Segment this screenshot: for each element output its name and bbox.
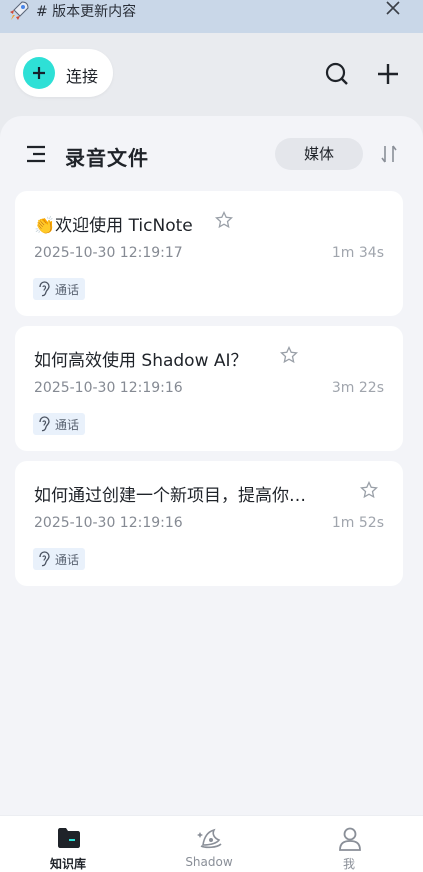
recording-card[interactable]: 👏欢迎使用 TicNote 2025-10-30 12:19:17 1m 34s… — [15, 191, 403, 316]
call-tag-label: 通话 — [55, 552, 80, 567]
call-tag: 通话 — [33, 413, 86, 435]
rocket-icon — [10, 1, 29, 20]
close-icon[interactable] — [385, 0, 401, 16]
app-screen: # 版本更新内容 连接 录音文件 媒体 � — [0, 0, 423, 872]
star-icon[interactable] — [280, 346, 298, 364]
recording-duration: 1m 52s — [331, 515, 384, 531]
ear-icon — [39, 416, 50, 432]
user-icon — [339, 827, 361, 851]
nav-me[interactable]: 我 — [299, 816, 399, 872]
section-header: 录音文件 媒体 — [0, 116, 423, 192]
recording-title: 如何高效使用 Shadow AI？ — [34, 351, 248, 371]
ear-icon — [39, 551, 50, 567]
section-title: 录音文件 — [65, 146, 149, 170]
ear-icon — [39, 281, 50, 297]
recordings-panel: 录音文件 媒体 👏欢迎使用 TicNote 2025-10-30 12:19:1… — [0, 116, 423, 816]
recording-date: 2025-10-30 12:19:17 — [34, 245, 183, 261]
shadow-hat-icon — [197, 828, 222, 849]
nav-knowledge-base[interactable]: 知识库 — [18, 816, 118, 872]
call-tag: 通话 — [33, 278, 86, 300]
update-banner[interactable]: # 版本更新内容 — [0, 0, 423, 33]
connect-plus-icon — [23, 57, 55, 89]
recording-duration: 3m 22s — [331, 380, 384, 396]
nav-label: 我 — [342, 857, 355, 871]
plus-icon[interactable] — [375, 61, 401, 87]
call-tag-label: 通话 — [55, 282, 80, 297]
connect-button[interactable]: 连接 — [15, 49, 113, 97]
recording-date: 2025-10-30 12:19:16 — [34, 380, 183, 396]
star-icon[interactable] — [215, 211, 233, 229]
connect-label: 连接 — [66, 67, 99, 86]
folder-icon — [58, 828, 80, 848]
bottom-nav: 知识库 Shadow 我 — [0, 815, 423, 872]
recording-title: 👏欢迎使用 TicNote — [34, 216, 193, 236]
call-tag: 通话 — [33, 548, 86, 570]
menu-icon[interactable] — [25, 144, 47, 164]
star-icon[interactable] — [360, 481, 378, 499]
recording-duration: 1m 34s — [331, 245, 384, 261]
recording-card[interactable]: 如何通过创建一个新项目，提高你… 2025-10-30 12:19:16 1m … — [15, 461, 403, 586]
nav-label: 知识库 — [49, 857, 86, 871]
recording-date: 2025-10-30 12:19:16 — [34, 515, 183, 531]
sort-icon[interactable] — [380, 144, 398, 164]
nav-shadow[interactable]: Shadow — [159, 816, 259, 872]
recording-title: 如何通过创建一个新项目，提高你… — [34, 486, 306, 506]
nav-label: Shadow — [185, 855, 233, 869]
search-icon[interactable] — [324, 61, 350, 87]
recording-card[interactable]: 如何高效使用 Shadow AI？ 2025-10-30 12:19:16 3m… — [15, 326, 403, 451]
call-tag-label: 通话 — [55, 417, 80, 432]
media-filter-button[interactable]: 媒体 — [275, 138, 363, 170]
banner-text: # 版本更新内容 — [36, 4, 137, 20]
